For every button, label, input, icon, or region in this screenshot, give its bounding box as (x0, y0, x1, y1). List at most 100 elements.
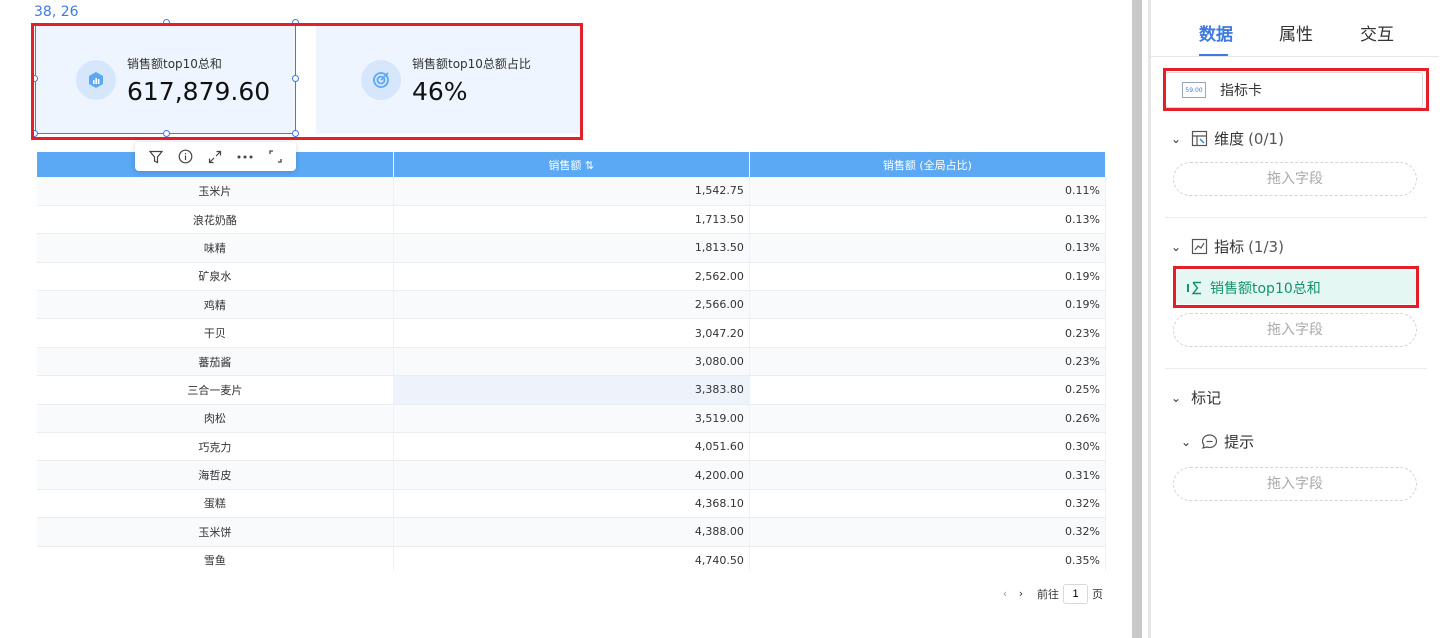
chart-type-label: 指标卡 (1220, 83, 1262, 99)
chevron-down-icon: ⌄ (1181, 434, 1192, 449)
kpi-value: 617,879.60 (127, 76, 271, 106)
kpi-card-top10-sum[interactable]: 销售额top10总和 617,879.60 (35, 26, 296, 134)
table-row: 玉米饼 4,388.00 0.32% (37, 517, 1106, 547)
sales-cell: 3,519.00 (393, 404, 750, 434)
share-cell: 0.26% (749, 404, 1106, 434)
kpi-label: 销售额top10总和 (127, 56, 222, 71)
sales-cell: 4,388.00 (393, 517, 750, 547)
dimension-icon (1191, 130, 1208, 147)
share-cell: 0.19% (749, 290, 1106, 320)
sum-icon (1186, 281, 1206, 295)
resize-handle[interactable] (163, 130, 170, 137)
filter-icon[interactable] (145, 146, 167, 168)
product-cell: 雪鱼 (37, 546, 394, 571)
chart-type-selector[interactable]: 59.00 指标卡 (1165, 72, 1423, 108)
resize-handle[interactable] (292, 75, 299, 82)
share-cell: 0.23% (749, 318, 1106, 348)
component-toolbar (135, 142, 296, 171)
table-row: 鸡精 2,566.00 0.19% (37, 290, 1106, 320)
product-cell: 浪花奶酪 (37, 205, 394, 235)
mark-label: 标记 (1191, 389, 1222, 407)
section-mark[interactable]: ⌄ 标记 (1171, 387, 1221, 408)
share-cell: 0.25% (749, 375, 1106, 405)
product-cell: 巧克力 (37, 432, 394, 462)
share-cell: 0.19% (749, 262, 1106, 292)
resize-handle[interactable] (31, 130, 38, 137)
goto-label: 前往 (1037, 587, 1059, 601)
page-input[interactable] (1063, 583, 1088, 604)
sales-cell: 4,368.10 (393, 489, 750, 519)
column-header-sales-share[interactable]: 销售额 (全局占比) (749, 152, 1106, 177)
config-panel: 数据 属性 交互 59.00 指标卡 ⌄ 维度 (0/1) 拖入字段 ⌄ 指标 … (1151, 0, 1451, 638)
table-row: 肉松 3,519.00 0.26% (37, 404, 1106, 434)
product-cell: 矿泉水 (37, 262, 394, 292)
next-page-icon[interactable]: › (1013, 587, 1029, 600)
sales-cell: 1,713.50 (393, 205, 750, 235)
info-icon[interactable] (175, 146, 197, 168)
resize-handle[interactable] (292, 19, 299, 26)
share-cell: 0.32% (749, 517, 1106, 547)
dimension-dropzone[interactable]: 拖入字段 (1173, 162, 1417, 196)
sales-cell: 3,047.20 (393, 318, 750, 348)
resize-handle[interactable] (292, 130, 299, 137)
share-cell: 0.11% (749, 177, 1106, 206)
crop-icon[interactable] (264, 146, 286, 168)
app-root: 38, 26 销售额top10总和 617,879.60 销售额top10总额占… (0, 0, 1451, 638)
kpi-value: 46% (412, 76, 468, 106)
sales-cell: 2,566.00 (393, 290, 750, 320)
product-cell: 海哲皮 (37, 460, 394, 490)
product-cell: 鸡精 (37, 290, 394, 320)
column-header-sales[interactable]: 销售额 ⇅ (393, 152, 750, 177)
data-table: 销售额 ⇅ 销售额 (全局占比) 玉米片 1,542.75 0.11% 浪花奶酪 1,… (37, 152, 1106, 571)
page-suffix: 页 (1092, 587, 1103, 601)
more-icon[interactable] (234, 146, 256, 168)
sales-cell: 1,813.50 (393, 233, 750, 263)
measure-label: 指标 (1214, 238, 1245, 256)
chevron-down-icon: ⌄ (1171, 390, 1182, 405)
table-row: 玉米片 1,542.75 0.11% (37, 177, 1106, 206)
section-dimension[interactable]: ⌄ 维度 (0/1) (1171, 128, 1284, 149)
share-cell: 0.31% (749, 460, 1106, 490)
section-measure[interactable]: ⌄ 指标 (1/3) (1171, 236, 1284, 257)
measure-field-pill[interactable]: 销售额top10总和 (1176, 271, 1416, 304)
measure-dropzone[interactable]: 拖入字段 (1173, 313, 1417, 347)
table-row: 干贝 3,047.20 0.23% (37, 318, 1106, 348)
dimension-label: 维度 (1214, 130, 1245, 148)
kpi-card-top10-share[interactable]: 销售额top10总额占比 46% (316, 26, 580, 134)
section-tooltip[interactable]: ⌄ 提示 (1181, 431, 1254, 452)
table-row: 海哲皮 4,200.00 0.31% (37, 460, 1106, 490)
table-row: 蛋糕 4,368.10 0.32% (37, 489, 1106, 519)
coordinate-readout: 38, 26 (34, 4, 79, 20)
sales-cell: 3,383.80 (393, 375, 750, 405)
section-divider (1165, 217, 1427, 218)
resize-handle[interactable] (163, 19, 170, 26)
resize-handle[interactable] (31, 75, 38, 82)
table-row: 味精 1,813.50 0.13% (37, 233, 1106, 263)
product-cell: 玉米饼 (37, 517, 394, 547)
sales-cell: 1,542.75 (393, 177, 750, 206)
prev-page-icon[interactable]: ‹ (997, 587, 1013, 600)
tooltip-label: 提示 (1224, 433, 1255, 451)
table-row: 浪花奶酪 1,713.50 0.13% (37, 205, 1106, 235)
tab-data[interactable]: 数据 (1199, 20, 1233, 45)
canvas-scrollbar[interactable] (1132, 0, 1142, 638)
share-cell: 0.35% (749, 546, 1106, 571)
product-cell: 三合一麦片 (37, 375, 394, 405)
share-cell: 0.13% (749, 233, 1106, 263)
table-row: 蕃茄酱 3,080.00 0.23% (37, 347, 1106, 377)
tooltip-dropzone[interactable]: 拖入字段 (1173, 467, 1417, 501)
product-cell: 蕃茄酱 (37, 347, 394, 377)
tab-properties[interactable]: 属性 (1279, 20, 1313, 45)
product-cell: 肉松 (37, 404, 394, 434)
panel-tabs: 数据 属性 交互 (1151, 20, 1439, 57)
sales-cell: 4,200.00 (393, 460, 750, 490)
measure-icon (1191, 238, 1208, 255)
sales-cell: 3,080.00 (393, 347, 750, 377)
table-row: 矿泉水 2,562.00 0.19% (37, 262, 1106, 292)
tab-interaction[interactable]: 交互 (1360, 20, 1394, 45)
chart-box-icon (76, 60, 116, 100)
table-row: 雪鱼 4,740.50 0.35% (37, 546, 1106, 571)
expand-icon[interactable] (204, 146, 226, 168)
sales-cell: 4,051.60 (393, 432, 750, 462)
table-row: 巧克力 4,051.60 0.30% (37, 432, 1106, 462)
